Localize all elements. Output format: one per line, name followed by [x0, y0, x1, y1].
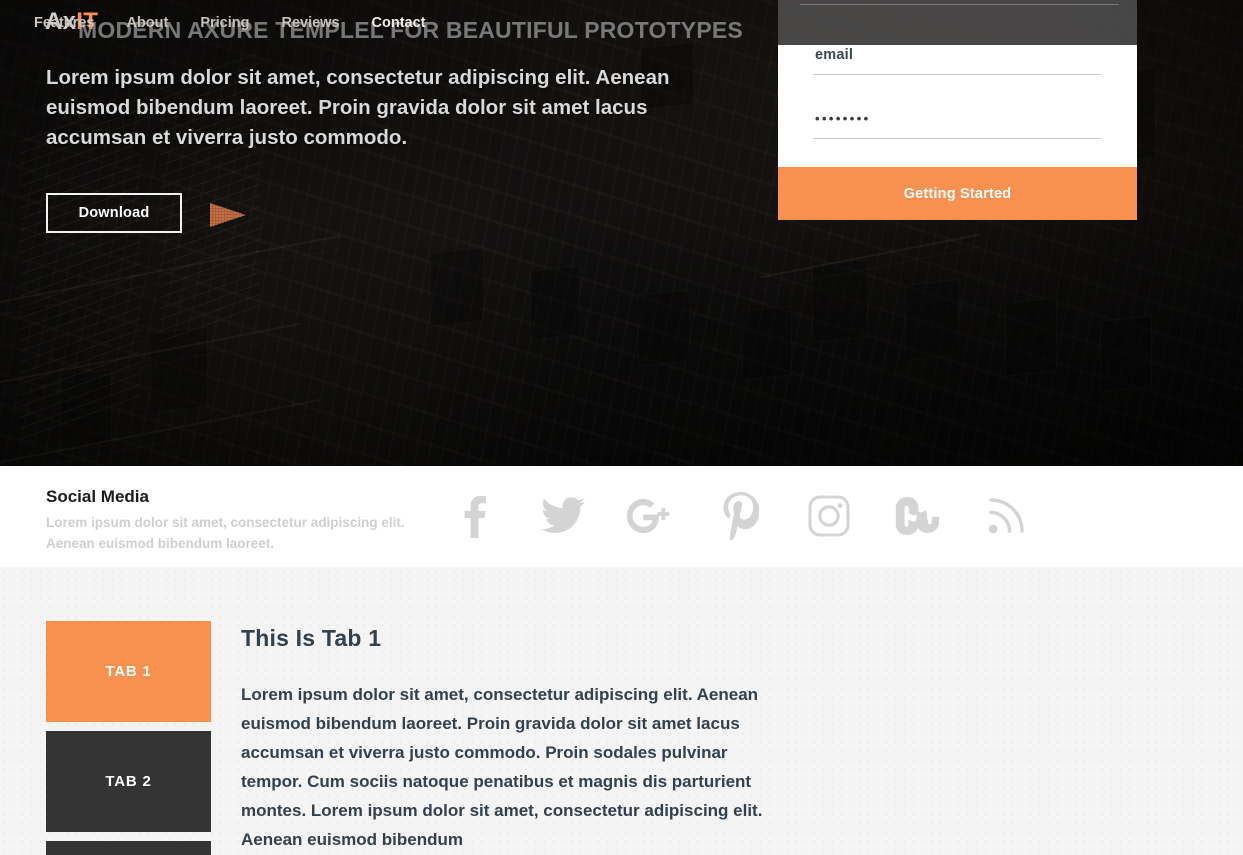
nav-item-contact[interactable]: Contact	[356, 9, 442, 37]
password-input[interactable]: ••••••••	[813, 109, 1101, 129]
email-input[interactable]: email	[813, 45, 1101, 65]
nav-item-about[interactable]: About	[110, 9, 184, 37]
getting-started-button[interactable]: Getting Started	[778, 167, 1137, 220]
social-media-subtext: Lorem ipsum dolor sit amet, consectetur …	[46, 515, 405, 551]
social-media-section: Social Media Lorem ipsum dolor sit amet,…	[0, 466, 1243, 567]
hero-copy: Lorem ipsum dolor sit amet, consectetur …	[46, 63, 686, 153]
tabs-section: TAB 1 TAB 2 TAB 3 This Is Tab 1 Lorem ip…	[0, 567, 1243, 855]
twitter-icon[interactable]	[539, 492, 587, 540]
tab-button-1[interactable]: TAB 1	[46, 621, 211, 722]
tab-panel-title: This Is Tab 1	[241, 625, 382, 651]
hero-section: MODERN AXURE TEMPLEL FOR BEAUTIFUL PROTO…	[0, 0, 1243, 466]
download-button[interactable]: Download	[46, 193, 182, 233]
top-navigation-bar	[778, 0, 1137, 45]
hero-paragraph: Lorem ipsum dolor sit amet, consectetur …	[46, 66, 670, 149]
pinterest-icon[interactable]	[716, 492, 764, 540]
nav-item-pricing[interactable]: Pricing	[184, 9, 265, 37]
orange-arrow-marker	[210, 203, 246, 227]
email-field-group: email	[813, 45, 1101, 75]
tab-button-2[interactable]: TAB 2	[46, 731, 211, 832]
email-underline	[813, 74, 1101, 75]
tab-panel-body: Lorem ipsum dolor sit amet, consectetur …	[241, 685, 763, 849]
social-icon-list	[450, 484, 1030, 548]
google-plus-icon[interactable]	[627, 492, 675, 540]
password-underline	[813, 138, 1101, 139]
nav-item-features[interactable]: Features	[18, 9, 110, 37]
facebook-icon[interactable]	[450, 492, 498, 540]
main-navigation: Features About Pricing Reviews Contact	[0, 0, 465, 45]
tab-panel: This Is Tab 1 Lorem ipsum dolor sit amet…	[241, 625, 781, 854]
signup-form-card: email •••••••• Getting Started	[778, 45, 1137, 220]
instagram-icon[interactable]	[805, 492, 853, 540]
stumbleupon-icon[interactable]	[893, 492, 941, 540]
nav-item-reviews[interactable]: Reviews	[265, 9, 355, 37]
page-root: MODERN AXURE TEMPLEL FOR BEAUTIFUL PROTO…	[0, 0, 1243, 855]
social-media-heading: Social Media	[46, 487, 149, 506]
password-field-group: ••••••••	[813, 109, 1101, 139]
tab-button-3[interactable]: TAB 3	[46, 841, 211, 855]
nav-divider-line	[800, 4, 1119, 5]
tab-rail: TAB 1 TAB 2 TAB 3	[46, 621, 211, 855]
rss-icon[interactable]	[982, 492, 1030, 540]
